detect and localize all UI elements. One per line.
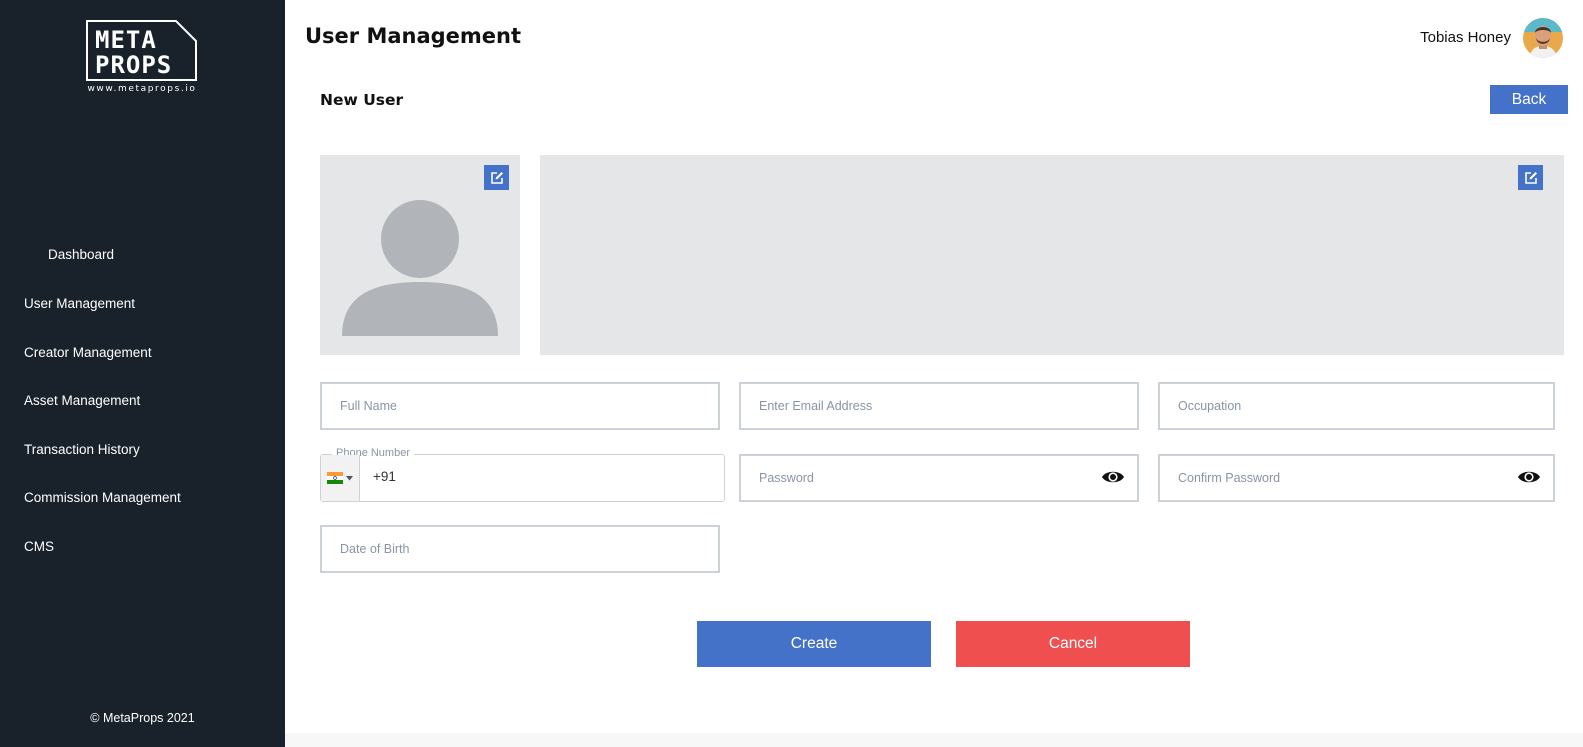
avatar-image-icon bbox=[1523, 18, 1563, 58]
sidebar-item-commission-management[interactable]: Commission Management bbox=[24, 490, 181, 505]
password-field bbox=[739, 454, 1139, 502]
occupation-input[interactable] bbox=[1160, 384, 1553, 428]
occupation-field bbox=[1158, 382, 1555, 430]
edit-icon bbox=[490, 171, 503, 184]
user-name[interactable]: Tobias Honey bbox=[1420, 29, 1511, 46]
logo-text-line2: PROPS bbox=[95, 51, 172, 79]
sidebar-item-user-management[interactable]: User Management bbox=[24, 296, 135, 311]
cover-image-placeholder bbox=[540, 155, 1564, 355]
edit-icon bbox=[1524, 171, 1537, 184]
create-button[interactable]: Create bbox=[697, 621, 931, 667]
confirm-password-input[interactable] bbox=[1160, 456, 1553, 500]
profile-image-placeholder bbox=[320, 155, 520, 355]
phone-number-field: Phone Number +91 bbox=[320, 447, 725, 502]
avatar[interactable] bbox=[1523, 18, 1563, 58]
sidebar-item-transaction-history[interactable]: Transaction History bbox=[24, 442, 140, 457]
full-name-field bbox=[320, 382, 720, 430]
confirm-password-field bbox=[1158, 454, 1555, 502]
copyright-text: © MetaProps 2021 bbox=[90, 711, 195, 725]
section-title: New User bbox=[320, 91, 404, 109]
date-of-birth-input[interactable] bbox=[322, 527, 718, 571]
india-flag-icon bbox=[327, 472, 343, 484]
email-field bbox=[739, 382, 1139, 430]
edit-profile-image-button[interactable] bbox=[484, 165, 509, 190]
country-code-dropdown[interactable] bbox=[321, 455, 360, 501]
sidebar-item-dashboard[interactable]: Dashboard bbox=[48, 247, 114, 262]
back-button[interactable]: Back bbox=[1490, 85, 1568, 114]
logo-url: www.metaprops.io bbox=[87, 84, 197, 94]
edit-cover-image-button[interactable] bbox=[1518, 165, 1543, 190]
date-of-birth-field bbox=[320, 525, 720, 573]
top-header: User Management Tobias Honey bbox=[285, 0, 1583, 74]
content-footer bbox=[285, 733, 1583, 747]
password-input[interactable] bbox=[741, 456, 1137, 500]
main-content: New User Back Phone Number bbox=[285, 74, 1583, 733]
caret-down-icon bbox=[346, 475, 353, 480]
cancel-button[interactable]: Cancel bbox=[956, 621, 1190, 667]
full-name-input[interactable] bbox=[322, 384, 718, 428]
sidebar-item-creator-management[interactable]: Creator Management bbox=[24, 345, 152, 360]
eye-icon[interactable] bbox=[1101, 468, 1125, 486]
logo-frame-icon: META PROPS bbox=[86, 20, 197, 81]
sidebar-item-asset-management[interactable]: Asset Management bbox=[24, 393, 140, 408]
page-title: User Management bbox=[305, 24, 522, 48]
logo-text-line1: META bbox=[95, 26, 157, 54]
email-input[interactable] bbox=[741, 384, 1137, 428]
phone-number-input[interactable]: +91 bbox=[373, 469, 396, 484]
logo[interactable]: META PROPS www.metaprops.io bbox=[86, 20, 198, 94]
eye-icon[interactable] bbox=[1517, 468, 1541, 486]
sidebar: META PROPS www.metaprops.io Dashboard Us… bbox=[0, 0, 285, 747]
sidebar-item-cms[interactable]: CMS bbox=[24, 539, 54, 554]
